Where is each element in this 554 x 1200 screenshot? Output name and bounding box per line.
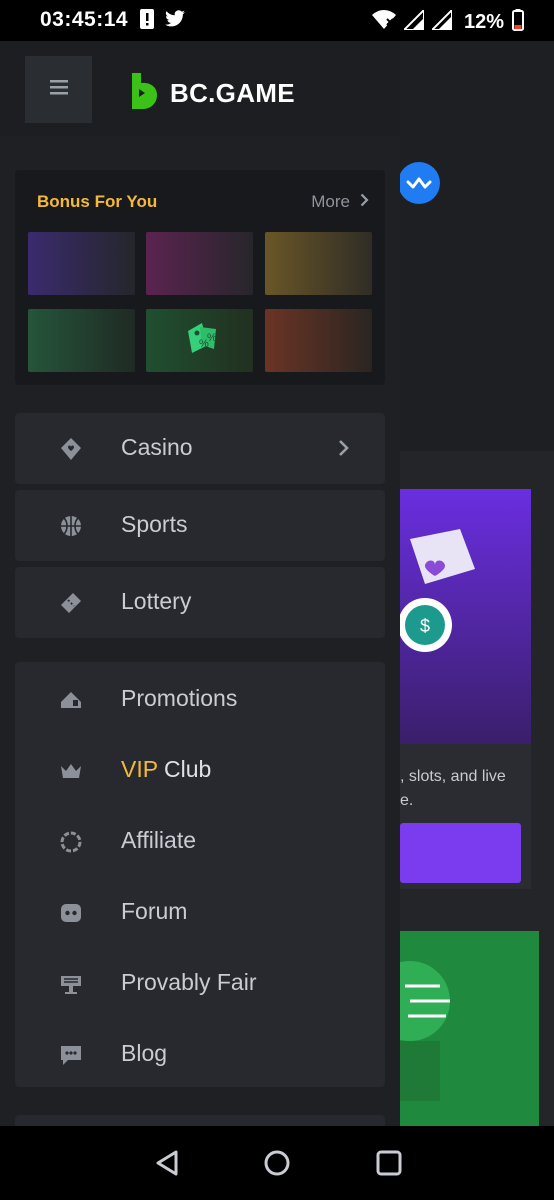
hamburger-icon	[49, 79, 68, 100]
system-navigation-bar	[0, 1126, 554, 1200]
brand-name: BC.GAME	[170, 78, 295, 108]
nav-item-affiliate[interactable]: Affiliate	[15, 806, 385, 877]
nav-label: Provably Fair	[121, 969, 257, 995]
basketball-icon	[59, 514, 83, 538]
nav-item-lottery[interactable]: Lottery	[15, 567, 385, 638]
forum-icon	[59, 901, 83, 925]
nav-label: Blog	[121, 1040, 168, 1066]
svg-text:$: $	[420, 616, 430, 636]
side-drawer: BC.GAME Bonus For You More % % Casino Sp…	[0, 41, 400, 1135]
bonus-tile[interactable]	[265, 232, 372, 295]
bonus-tile[interactable]	[265, 309, 372, 372]
discount-tag-icon: % %	[180, 315, 226, 366]
alert-icon	[140, 9, 154, 34]
sports-banner-image	[370, 931, 539, 1126]
nav-label: Lottery	[121, 588, 192, 614]
battery-percent: 12%	[463, 11, 504, 33]
svg-text:%: %	[207, 332, 217, 344]
bonus-tile[interactable]	[28, 309, 135, 372]
bonus-tile[interactable]	[28, 232, 135, 295]
wifi-icon	[371, 10, 396, 35]
nav-label: Promotions	[121, 685, 238, 711]
lottery-ticket-icon	[59, 591, 83, 615]
nav-item-sports[interactable]: Sports	[15, 490, 385, 561]
promotions-icon	[59, 688, 83, 712]
promo-snippet-line: , slots, and live	[400, 768, 506, 785]
nav-item-provably-fair[interactable]: Provably Fair	[15, 948, 385, 1019]
nav-item-promotions[interactable]: Promotions	[15, 664, 385, 735]
bonus-more-label: More	[311, 192, 350, 211]
status-bar: 03:45:14 12%	[0, 0, 554, 41]
nav-item-vip-club[interactable]: VIP Club	[15, 735, 385, 806]
brand-logo[interactable]: BC.GAME	[128, 71, 295, 116]
battery-icon	[512, 9, 524, 36]
recents-icon[interactable]	[374, 1148, 404, 1178]
nav-label: Sports	[121, 511, 188, 537]
affiliate-icon	[59, 830, 83, 854]
menu-toggle-button[interactable]	[25, 56, 92, 123]
blog-icon	[59, 1043, 83, 1067]
bonus-tile[interactable]	[146, 232, 253, 295]
casino-icon	[59, 437, 83, 461]
back-icon[interactable]	[152, 1148, 182, 1178]
nav-item-forum[interactable]: Forum	[15, 877, 385, 948]
bonus-title: Bonus For You	[37, 192, 158, 211]
secondary-nav-group: Promotions VIP Club Affiliate Forum Prov…	[15, 662, 385, 1087]
nav-label: Affiliate	[121, 827, 197, 853]
nav-label: Casino	[121, 434, 193, 460]
bonus-panel: Bonus For You More % %	[15, 170, 385, 385]
promo-cta-button[interactable]	[400, 823, 521, 883]
signal-icon	[429, 7, 453, 35]
bonus-tile[interactable]: % %	[146, 309, 253, 372]
nav-label: Forum	[121, 898, 188, 924]
twitter-icon	[164, 10, 186, 33]
promo-snippet: , slots, and live e.	[400, 765, 531, 813]
promo-banner-image: $	[398, 489, 531, 744]
vip-label-rest: Club	[164, 756, 212, 782]
signal-icon	[401, 7, 425, 35]
status-time: 03:45:14	[40, 8, 129, 31]
home-icon[interactable]	[262, 1148, 292, 1178]
bc-logo-icon	[128, 71, 160, 116]
background-promo-card: $ , slots, and live e.	[398, 489, 531, 889]
bonus-more-link[interactable]: More	[311, 192, 369, 212]
nav-label: VIP Club	[121, 756, 211, 783]
wallet-connect-icon[interactable]	[398, 162, 440, 204]
background-header-area	[400, 41, 554, 451]
chevron-right-icon	[338, 439, 349, 462]
provably-fair-icon	[59, 972, 83, 996]
promo-snippet-line: e.	[400, 792, 414, 809]
nav-item-blog[interactable]: Blog	[15, 1019, 385, 1090]
vip-highlight: VIP	[121, 756, 158, 782]
nav-item-casino[interactable]: Casino	[15, 413, 385, 484]
drawer-header: BC.GAME	[0, 41, 400, 136]
crown-icon	[59, 759, 83, 783]
chevron-right-icon	[360, 192, 369, 212]
